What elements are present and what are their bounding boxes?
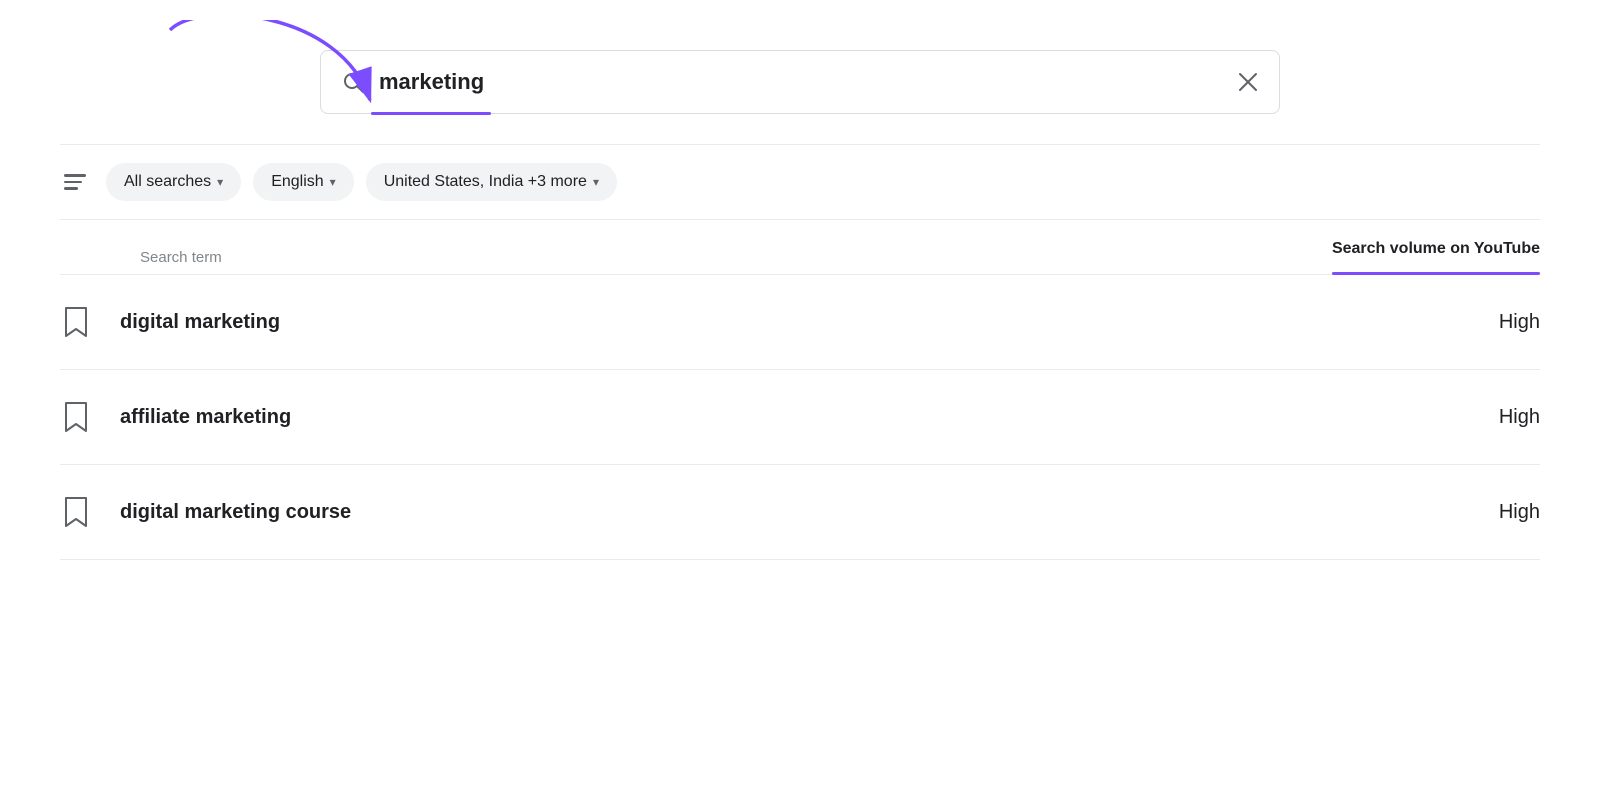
result-left-2: affiliate marketing xyxy=(60,398,291,436)
col-volume-underline xyxy=(1332,272,1540,275)
bookmark-icon-3[interactable] xyxy=(60,493,92,531)
filter-menu-icon[interactable] xyxy=(60,170,90,194)
bookmark-icon-2[interactable] xyxy=(60,398,92,436)
search-box[interactable]: marketing xyxy=(320,50,1280,114)
filter-chip-regions-label: United States, India +3 more xyxy=(384,173,587,191)
table-row: digital marketing course High xyxy=(60,465,1540,560)
filter-chip-all-searches[interactable]: All searches ▾ xyxy=(106,163,241,201)
result-left-1: digital marketing xyxy=(60,303,280,341)
col-search-term-header: Search term xyxy=(140,249,222,266)
filter-chip-regions[interactable]: United States, India +3 more ▾ xyxy=(366,163,617,201)
search-icon xyxy=(341,70,365,94)
result-volume-3: High xyxy=(1499,501,1540,524)
menu-line-2 xyxy=(64,181,82,184)
chevron-down-icon-regions: ▾ xyxy=(593,175,599,189)
result-left-3: digital marketing course xyxy=(60,493,351,531)
chevron-down-icon-all-searches: ▾ xyxy=(217,175,223,189)
results-list: digital marketing High affiliate marketi… xyxy=(60,275,1540,560)
result-term-3: digital marketing course xyxy=(120,501,351,524)
result-term-1: digital marketing xyxy=(120,311,280,334)
search-underline xyxy=(371,112,491,115)
table-row: affiliate marketing High xyxy=(60,370,1540,465)
menu-line-3 xyxy=(64,187,78,190)
close-icon[interactable] xyxy=(1237,71,1259,93)
page-container: marketing All searches ▾ English ▾ xyxy=(0,0,1600,590)
chevron-down-icon-english: ▾ xyxy=(330,175,336,189)
col-volume-header: Search volume on YouTube xyxy=(1332,240,1540,266)
result-term-2: affiliate marketing xyxy=(120,406,291,429)
result-volume-1: High xyxy=(1499,311,1540,334)
search-area: marketing xyxy=(60,50,1540,114)
filter-chip-english-label: English xyxy=(271,173,323,191)
filter-chip-all-searches-label: All searches xyxy=(124,173,211,191)
menu-line-1 xyxy=(64,174,86,177)
filter-chip-english[interactable]: English ▾ xyxy=(253,163,354,201)
bookmark-icon-1[interactable] xyxy=(60,303,92,341)
result-volume-2: High xyxy=(1499,406,1540,429)
table-header: Search term Search volume on YouTube xyxy=(60,220,1540,275)
filters-row: All searches ▾ English ▾ United States, … xyxy=(60,144,1540,220)
table-row: digital marketing High xyxy=(60,275,1540,370)
col-volume-header-text: Search volume on YouTube xyxy=(1332,240,1540,257)
search-query-text: marketing xyxy=(379,69,1237,95)
